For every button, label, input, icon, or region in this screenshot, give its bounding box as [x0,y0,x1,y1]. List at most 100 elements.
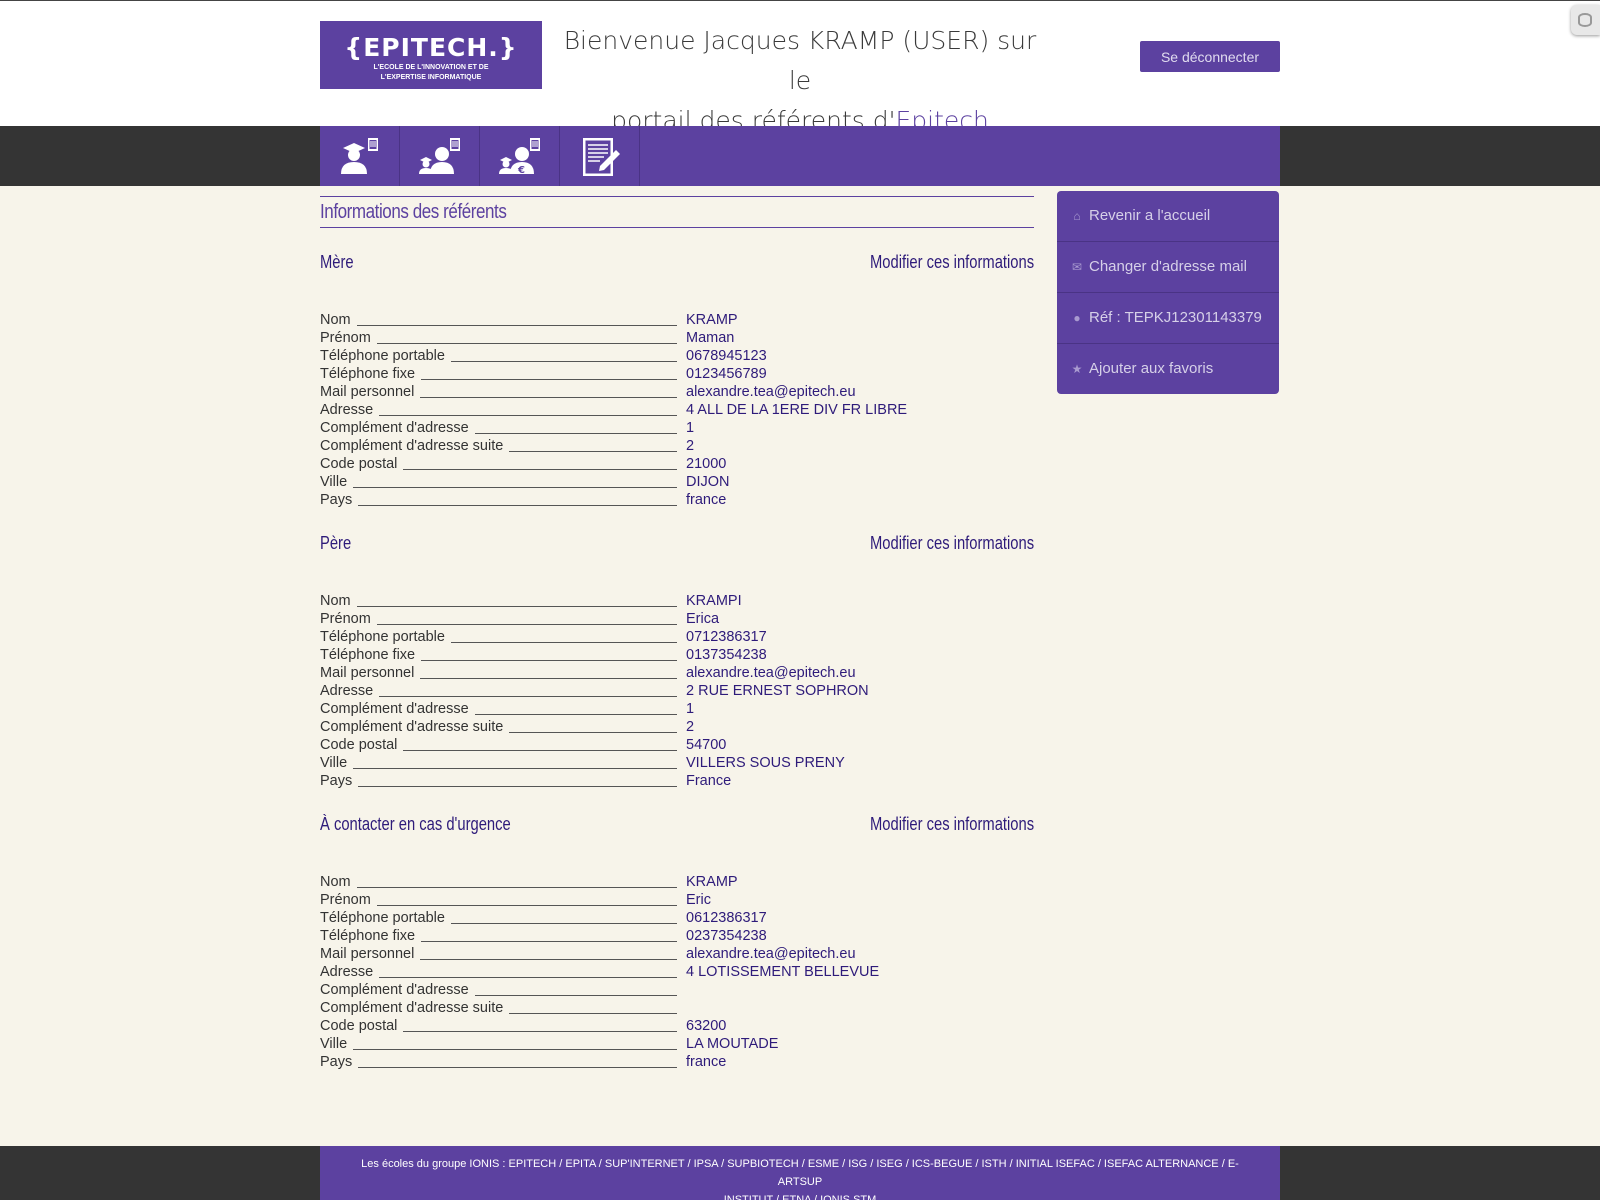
field-value: 21000 [686,456,727,472]
field-label: Prénom [320,330,377,346]
sidebar-item-home[interactable]: ⌂ Revenir a l'accueil [1057,191,1279,242]
sidebar-item-label: Réf : TEPKJ12301143379 [1089,309,1262,326]
info-row: Complément d'adresse 1 [320,420,1020,438]
field-value: LA MOUTADE [686,1036,779,1052]
side-panel-tab[interactable] [1571,5,1600,35]
field-label: Complément d'adresse [320,701,475,717]
field-value: Erica [686,611,720,627]
edit-document-icon [583,138,620,176]
section-header: À contacter en cas d'urgence Modifier ces… [320,814,1034,838]
home-icon: ⌂ [1073,209,1081,223]
field-value: VILLERS SOUS PRENY [686,755,845,771]
modify-info-link[interactable]: Modifier ces informations [870,814,1034,835]
field-label: Complément d'adresse suite [320,438,510,454]
field-value: Eric [686,892,711,908]
field-value: 1 [686,420,695,436]
field-label: Nom [320,312,357,328]
info-row: Ville VILLERS SOUS PRENY [320,755,1020,773]
svg-text:€: € [517,165,525,176]
field-label: Ville [320,474,354,490]
field-value: alexandre.tea@epitech.eu [686,384,856,400]
footer-line-2: INSTITUT / ETNA / IONIS STM [723,1194,877,1200]
info-row: Pays france [320,492,1020,510]
star-icon: ★ [1071,362,1083,376]
info-row: Prénom Eric [320,892,1020,910]
field-value: KRAMP [686,312,738,328]
field-label: Code postal [320,456,404,472]
section-header: Père Modifier ces informations [320,533,1034,557]
nav-item-students[interactable] [320,126,400,186]
field-value: 1 [686,701,695,717]
field-value: 2 [686,438,695,454]
info-row: Nom KRAMP [320,312,1020,330]
logo-brand: {EPITECH.} [344,33,518,62]
field-label: Ville [320,1036,354,1052]
welcome-line-1: Bienvenue Jacques KRAMP (USER) sur le [563,26,1037,95]
field-label: Pays [320,492,359,508]
leader-line [320,768,677,769]
info-row: Téléphone portable 0612386317 [320,910,1020,928]
field-label: Prénom [320,611,377,627]
database-icon [1578,13,1592,27]
modify-info-link[interactable]: Modifier ces informations [870,252,1034,273]
field-label: Mail personnel [320,946,421,962]
page-title: Informations des référents [320,201,507,223]
leader-line [320,1067,677,1068]
info-row: Code postal 54700 [320,737,1020,755]
page-title-bar: Informations des référents [320,196,1034,228]
sidebar-item-favorites[interactable]: ★ Ajouter aux favoris [1057,344,1279,394]
leader-line [320,505,677,506]
field-label: Pays [320,1054,359,1070]
field-value: 4 ALL DE LA 1ERE DIV FR LIBRE [686,402,908,418]
welcome-message: Bienvenue Jacques KRAMP (USER) sur le po… [560,21,1040,141]
info-row: Pays france [320,1054,1020,1072]
info-row: Complément d'adresse 1 [320,701,1020,719]
navbar: € [0,126,1600,186]
field-label: Complément d'adresse [320,420,475,436]
nav-item-documents[interactable] [560,126,640,186]
footer: Les écoles du groupe IONIS : EPITECH / E… [0,1146,1600,1200]
field-value: KRAMP [686,874,738,890]
field-value: 63200 [686,1018,727,1034]
field-value: france [686,492,727,508]
section-title: Mère [320,252,354,272]
field-value: KRAMPI [686,593,742,609]
sidebar-item-change-email[interactable]: ✉ Changer d'adresse mail [1057,242,1279,293]
logo-tagline-1: L'ECOLE DE L'INNOVATION ET DE [373,64,489,71]
info-row: Adresse 4 ALL DE LA 1ERE DIV FR LIBRE [320,402,1020,420]
info-row: Complément d'adresse suite 2 [320,438,1020,456]
nav-item-payments[interactable]: € [480,126,560,186]
epitech-logo[interactable]: {EPITECH.} L'ECOLE DE L'INNOVATION ET DE… [320,21,542,89]
modify-info-link[interactable]: Modifier ces informations [870,533,1034,554]
parent-student-document-icon [419,138,460,174]
info-row: Complément d'adresse suite 2 [320,719,1020,737]
field-label: Nom [320,874,357,890]
info-row: Mail personnel alexandre.tea@epitech.eu [320,946,1020,964]
sidebar-menu: ⌂ Revenir a l'accueil ✉ Changer d'adresse … [1057,191,1279,394]
info-row: Prénom Erica [320,611,1020,629]
logout-button[interactable]: Se déconnecter [1140,41,1280,72]
info-row: Code postal 63200 [320,1018,1020,1036]
parent-student-euro-icon: € [499,138,540,176]
info-row: Pays France [320,773,1020,791]
sidebar-item-label: Ajouter aux favoris [1089,360,1214,377]
field-label: Complément d'adresse suite [320,719,510,735]
field-label: Nom [320,593,357,609]
footer-line-1: Les écoles du groupe IONIS : EPITECH / E… [361,1158,1239,1188]
field-value: 0678945123 [686,348,767,364]
field-label: Téléphone fixe [320,928,422,944]
field-label: Adresse [320,683,380,699]
info-row: Téléphone fixe 0237354238 [320,928,1020,946]
sidebar-item-reference[interactable]: ● Réf : TEPKJ12301143379 [1057,293,1279,344]
field-label: Téléphone fixe [320,366,422,382]
field-label: Téléphone fixe [320,647,422,663]
nav-item-parents[interactable] [400,126,480,186]
field-value: DIJON [686,474,730,490]
info-row: Adresse 2 RUE ERNEST SOPHRON [320,683,1020,701]
info-row: Complément d'adresse suite [320,1000,1020,1018]
field-value: 0237354238 [686,928,767,944]
field-value: 0612386317 [686,910,767,926]
field-label: Téléphone portable [320,910,451,926]
leader-line [320,606,677,607]
info-row: Téléphone fixe 0123456789 [320,366,1020,384]
